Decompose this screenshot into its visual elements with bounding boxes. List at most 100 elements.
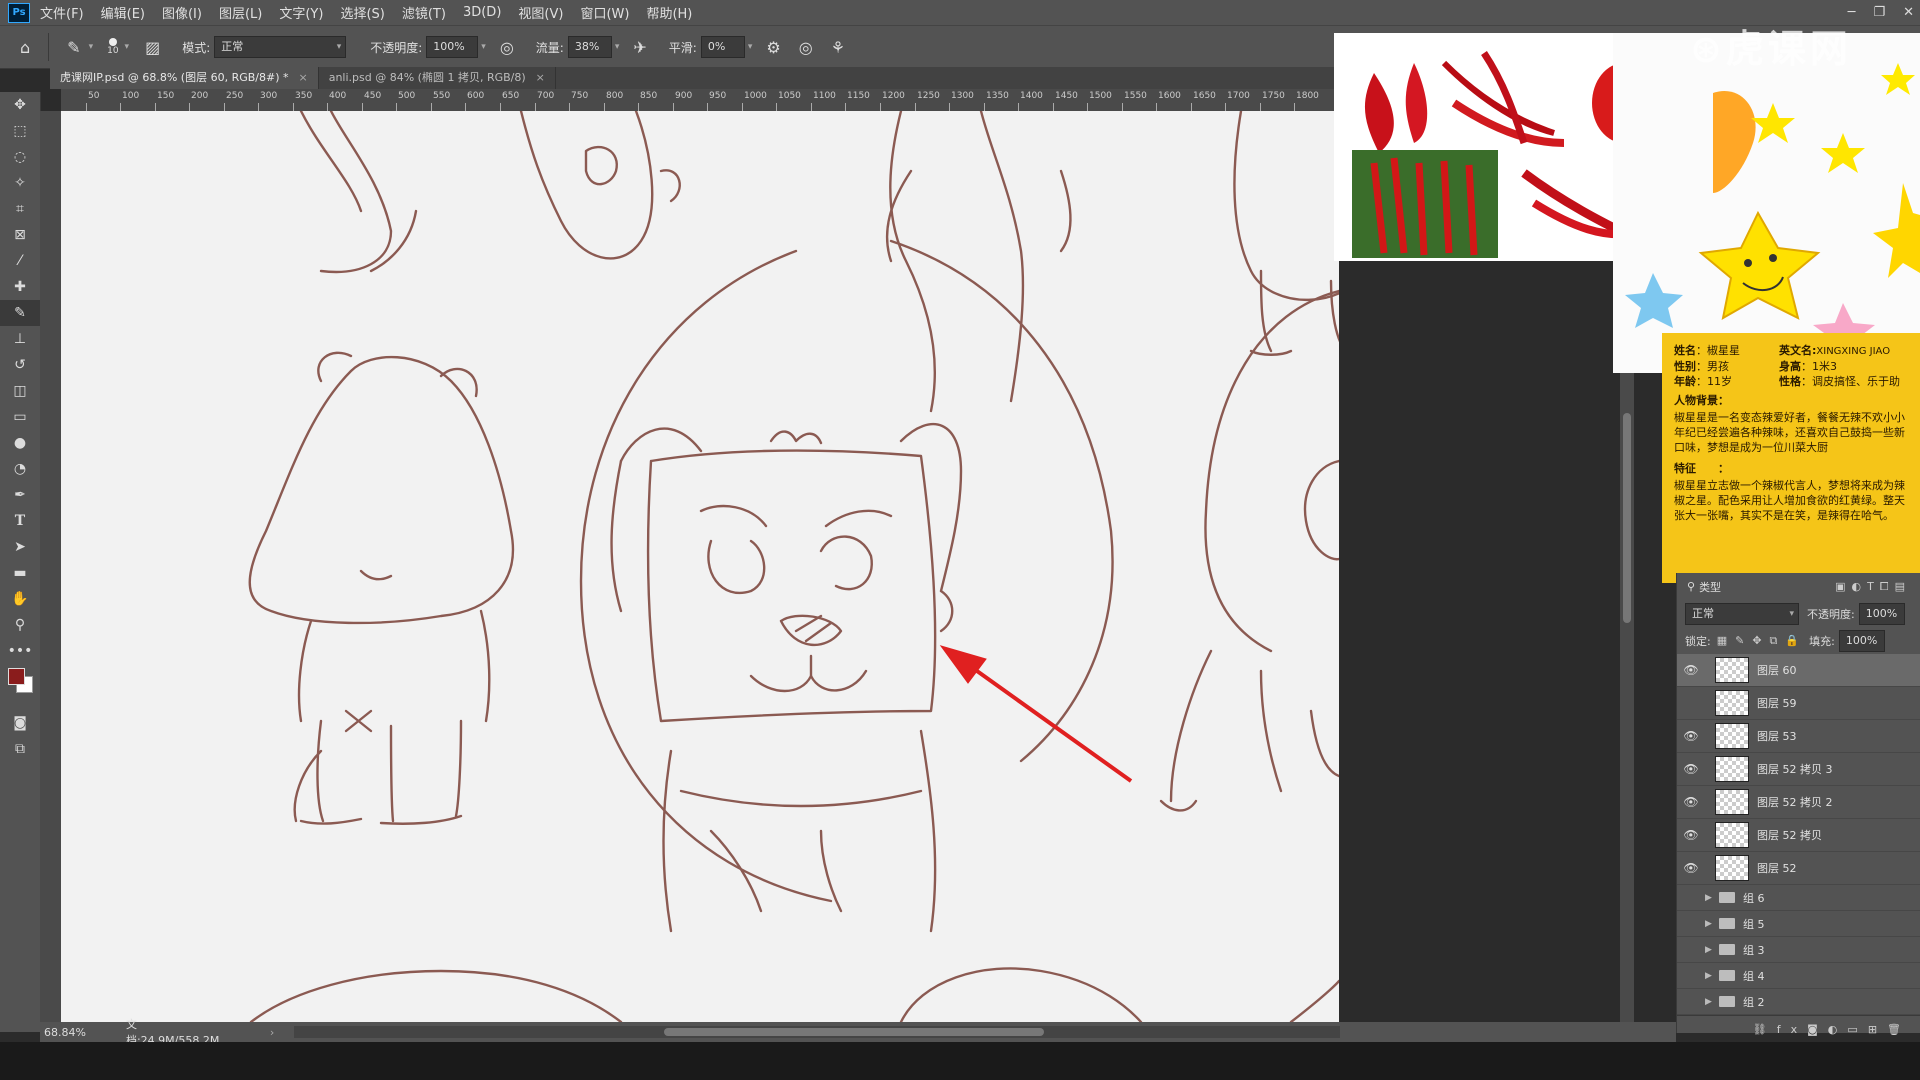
dodge-tool-icon[interactable]: ◔ (0, 456, 40, 482)
more-tools-icon[interactable]: ••• (0, 638, 40, 664)
chevron-down-icon[interactable]: ▾ (125, 42, 130, 52)
flow-input[interactable]: 38% (567, 36, 612, 58)
rectangle-tool-icon[interactable]: ▬ (0, 560, 40, 586)
brush-settings-icon[interactable]: ▨ (145, 38, 160, 57)
menu-3d[interactable]: 3D(D) (463, 5, 501, 20)
eye-icon[interactable]: 👁 (1677, 663, 1705, 677)
magic-wand-tool-icon[interactable]: ✧ (0, 170, 40, 196)
layer-row[interactable]: 👁 图层 52 拷贝 3 (1677, 753, 1920, 786)
layer-row[interactable]: 👁 图层 52 拷贝 2 (1677, 786, 1920, 819)
new-layer-icon[interactable]: ⊞ (1868, 1023, 1887, 1036)
pressure-opacity-icon[interactable]: ◎ (500, 38, 514, 57)
screen-mode-icon[interactable]: ⧉ (0, 736, 40, 762)
tab-document-1[interactable]: 虎课网IP.psd @ 68.8% (图层 60, RGB/8#) * × (50, 67, 319, 89)
eye-icon[interactable]: 👁 (1677, 729, 1705, 743)
layer-group-row[interactable]: ▶ 组 5 (1677, 911, 1920, 937)
layer-row[interactable]: 👁 图层 52 拷贝 (1677, 819, 1920, 852)
layer-group-row[interactable]: ▶ 组 6 (1677, 885, 1920, 911)
type-tool-icon[interactable]: T (0, 508, 40, 534)
gear-icon[interactable]: ⚙ (766, 38, 780, 57)
pressure-size-icon[interactable]: ◎ (799, 38, 813, 57)
fx-icon[interactable]: fx (1777, 1023, 1807, 1036)
gradient-tool-icon[interactable]: ▭ (0, 404, 40, 430)
menu-help[interactable]: 帮助(H) (646, 3, 692, 22)
zoom-level[interactable]: 68.84% (44, 1026, 86, 1039)
menu-filter[interactable]: 滤镜(T) (402, 3, 446, 22)
trash-icon[interactable]: 🗑 (1887, 1023, 1911, 1036)
canvas[interactable] (61, 111, 1339, 1022)
eye-icon[interactable]: 👁 (1677, 828, 1705, 842)
restore-icon[interactable]: ❐ (1873, 5, 1885, 20)
menu-layer[interactable]: 图层(L) (219, 3, 262, 22)
layer-row[interactable]: 👁 图层 53 (1677, 720, 1920, 753)
stamp-tool-icon[interactable]: ⊥ (0, 326, 40, 352)
chevron-down-icon[interactable]: ▾ (481, 42, 486, 52)
close-icon[interactable]: ✕ (1903, 5, 1914, 20)
eraser-tool-icon[interactable]: ◫ (0, 378, 40, 404)
chevron-down-icon[interactable]: ▾ (748, 42, 753, 52)
lasso-tool-icon[interactable]: ◌ (0, 144, 40, 170)
home-icon[interactable]: ⌂ (20, 38, 30, 57)
fill-input[interactable]: 100% (1838, 629, 1885, 652)
layer-filter-type[interactable]: 类型 (1699, 579, 1721, 595)
chevron-right-icon[interactable]: ▶ (1705, 997, 1719, 1007)
hand-tool-icon[interactable]: ✋ (0, 586, 40, 612)
lock-icons[interactable]: ▦✎✥⧉🔒 (1717, 634, 1807, 648)
history-brush-tool-icon[interactable]: ↺ (0, 352, 40, 378)
healing-brush-tool-icon[interactable]: ✚ (0, 274, 40, 300)
new-group-icon[interactable]: ▭ (1847, 1023, 1867, 1036)
menu-edit[interactable]: 编辑(E) (101, 3, 145, 22)
eyedropper-tool-icon[interactable]: ⁄ (0, 248, 40, 274)
marquee-tool-icon[interactable]: ⬚ (0, 118, 40, 144)
layer-row[interactable]: 👁 图层 60 (1677, 654, 1920, 687)
brush-tool-icon[interactable]: ✎ (0, 300, 40, 326)
chevron-right-icon[interactable]: ▶ (1705, 893, 1719, 903)
menu-image[interactable]: 图像(I) (162, 3, 202, 22)
menu-select[interactable]: 选择(S) (340, 3, 384, 22)
canvas-vertical-scrollbar[interactable] (1620, 373, 1634, 1022)
chevron-right-icon[interactable]: ▶ (1705, 971, 1719, 981)
close-icon[interactable]: × (299, 71, 308, 84)
layer-group-row[interactable]: ▶ 组 4 (1677, 963, 1920, 989)
opacity-input[interactable]: 100% (426, 36, 479, 58)
layer-opacity-input[interactable]: 100% (1858, 602, 1905, 625)
menu-window[interactable]: 窗口(W) (580, 3, 629, 22)
frame-tool-icon[interactable]: ⊠ (0, 222, 40, 248)
symmetry-icon[interactable]: ⚘ (831, 38, 845, 57)
menu-view[interactable]: 视图(V) (518, 3, 563, 22)
scrollbar-thumb[interactable] (664, 1028, 1045, 1036)
mode-select[interactable]: 正常 ▾ (214, 36, 347, 58)
layer-group-row[interactable]: ▶ 组 3 (1677, 937, 1920, 963)
brush-preset-picker[interactable]: 10 (107, 38, 119, 56)
blur-tool-icon[interactable]: ● (0, 430, 40, 456)
crop-tool-icon[interactable]: ⌗ (0, 196, 40, 222)
color-swatches[interactable] (0, 664, 40, 710)
blend-mode-select[interactable]: 正常 ▾ (1685, 602, 1799, 625)
layer-row[interactable]: 图层 59 (1677, 687, 1920, 720)
link-layers-icon[interactable]: ⛓ (1753, 1023, 1777, 1036)
layer-row[interactable]: 👁 图层 52 (1677, 852, 1920, 885)
menu-file[interactable]: 文件(F) (40, 3, 84, 22)
zoom-tool-icon[interactable]: ⚲ (0, 612, 40, 638)
move-tool-icon[interactable]: ✥ (0, 92, 40, 118)
layer-group-row[interactable]: ▶ 组 2 (1677, 989, 1920, 1015)
chevron-right-icon[interactable]: ▶ (1705, 919, 1719, 929)
chevron-right-icon[interactable]: ▶ (1705, 945, 1719, 955)
pen-tool-icon[interactable]: ✒ (0, 482, 40, 508)
chevron-down-icon[interactable]: ▾ (615, 42, 620, 52)
quick-mask-icon[interactable]: ◙ (0, 710, 40, 736)
filter-icons[interactable]: ▣◐T⧠▤ (1835, 580, 1911, 594)
close-icon[interactable]: × (536, 71, 545, 84)
adjustment-icon[interactable]: ◐ (1828, 1023, 1848, 1036)
tab-document-2[interactable]: anli.psd @ 84% (椭圆 1 拷贝, RGB/8) × (319, 67, 556, 89)
smooth-input[interactable]: 0% (700, 36, 745, 58)
mask-icon[interactable]: ◙ (1807, 1023, 1828, 1036)
path-selection-tool-icon[interactable]: ➤ (0, 534, 40, 560)
menu-type[interactable]: 文字(Y) (279, 3, 323, 22)
eye-icon[interactable]: 👁 (1677, 762, 1705, 776)
brush-tool-icon[interactable]: ✎ (67, 38, 80, 57)
chevron-right-icon[interactable]: › (270, 1026, 274, 1039)
chevron-down-icon[interactable]: ▾ (89, 42, 94, 52)
scrollbar-thumb[interactable] (1623, 413, 1631, 623)
eye-icon[interactable]: 👁 (1677, 861, 1705, 875)
